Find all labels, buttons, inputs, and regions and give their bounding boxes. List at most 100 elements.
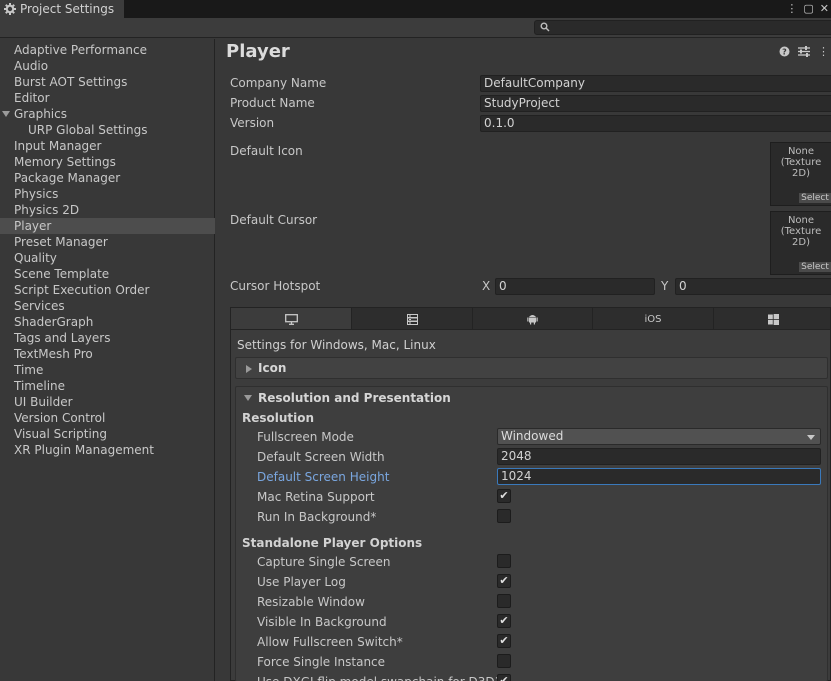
resolution-section-title: Resolution	[242, 411, 315, 425]
more-icon[interactable]: ⋮	[818, 45, 829, 58]
checkmark-icon: ✔	[499, 574, 509, 587]
hotspot-x-label: X	[482, 279, 491, 293]
sidebar-item-xr-plugin-management[interactable]: XR Plugin Management	[0, 442, 215, 458]
sidebar-item-package-manager[interactable]: Package Manager	[0, 170, 215, 186]
version-field[interactable]: 0.1.0	[480, 115, 831, 132]
sidebar-item-burst-aot-settings[interactable]: Burst AOT Settings	[0, 74, 215, 90]
standalone-option-checkbox[interactable]	[497, 554, 511, 568]
sidebar-item-label: Scene Template	[14, 267, 110, 281]
sidebar-item-label: ShaderGraph	[14, 315, 94, 329]
sidebar-item-editor[interactable]: Editor	[0, 90, 215, 106]
standalone-section-title: Standalone Player Options	[242, 536, 423, 550]
sidebar-item-quality[interactable]: Quality	[0, 250, 215, 266]
fullscreen-mode-dropdown[interactable]: Windowed	[497, 428, 821, 445]
run-in-background-checkbox[interactable]	[497, 509, 511, 523]
more-icon[interactable]: ⋮	[786, 2, 797, 16]
sidebar-item-version-control[interactable]: Version Control	[0, 410, 215, 426]
inspector-panel: Player ? ⋮ Company Name DefaultCompany P…	[216, 39, 831, 681]
sidebar-item-ui-builder[interactable]: UI Builder	[0, 394, 215, 410]
hotspot-x-field[interactable]: 0	[495, 278, 655, 295]
company-name-field[interactable]: DefaultCompany	[480, 75, 831, 92]
close-icon[interactable]: ✕	[820, 2, 829, 16]
standalone-option-checkbox[interactable]	[497, 594, 511, 608]
sidebar-item-script-execution-order[interactable]: Script Execution Order	[0, 282, 215, 298]
select-button[interactable]: Select	[799, 262, 831, 272]
chevron-down-icon[interactable]	[244, 395, 252, 401]
preset-icon[interactable]	[798, 46, 810, 57]
sidebar-item-label: Graphics	[14, 107, 67, 121]
sidebar-item-label: Visual Scripting	[14, 427, 107, 441]
standalone-option-label: Use Player Log	[257, 575, 346, 589]
standalone-option-checkbox[interactable]: ✔	[497, 634, 511, 648]
default-icon-slot[interactable]: None (Texture 2D) Select	[770, 142, 831, 206]
sidebar-item-scene-template[interactable]: Scene Template	[0, 266, 215, 282]
screen-height-label: Default Screen Height	[257, 470, 390, 484]
maximize-icon[interactable]: ▢	[803, 2, 813, 16]
sidebar-item-label: Version Control	[14, 411, 106, 425]
fullscreen-mode-label: Fullscreen Mode	[257, 430, 354, 444]
default-cursor-slot[interactable]: None (Texture 2D) Select	[770, 211, 831, 275]
screen-height-field[interactable]: 1024	[497, 468, 821, 485]
sidebar-item-physics-2d[interactable]: Physics 2D	[0, 202, 215, 218]
sidebar-item-label: Burst AOT Settings	[14, 75, 128, 89]
tab-desktop[interactable]	[231, 308, 352, 330]
chevron-down-icon[interactable]	[2, 111, 10, 117]
sidebar-item-audio[interactable]: Audio	[0, 58, 215, 74]
tab-ios[interactable]: iOS	[593, 308, 714, 330]
select-button[interactable]: Select	[799, 193, 831, 203]
sidebar-item-label: Timeline	[14, 379, 66, 393]
standalone-option-label: Visible In Background	[257, 615, 387, 629]
screen-width-field[interactable]: 2048	[497, 448, 821, 465]
default-icon-label: Default Icon	[230, 144, 303, 158]
texture-type-text: (Texture 2D)	[780, 226, 822, 248]
sidebar-item-preset-manager[interactable]: Preset Manager	[0, 234, 215, 250]
sidebar-item-label: Editor	[14, 91, 50, 105]
sidebar-item-urp-global-settings[interactable]: URP Global Settings	[0, 122, 215, 138]
sidebar-item-label: Audio	[14, 59, 49, 73]
hotspot-y-field[interactable]: 0	[675, 278, 831, 295]
sidebar-item-input-manager[interactable]: Input Manager	[0, 138, 215, 154]
sidebar-item-label: Time	[14, 363, 44, 377]
default-cursor-label: Default Cursor	[230, 213, 318, 227]
tab-windows[interactable]	[714, 308, 831, 330]
android-icon	[527, 315, 538, 325]
sidebar-item-services[interactable]: Services	[0, 298, 215, 314]
search-input[interactable]	[534, 20, 831, 35]
standalone-option-checkbox[interactable]: ✔	[497, 574, 511, 588]
sidebar-item-time[interactable]: Time	[0, 362, 215, 378]
checkmark-icon: ✔	[499, 674, 509, 681]
sidebar-item-player[interactable]: Player	[0, 218, 215, 234]
resolution-foldout-label[interactable]: Resolution and Presentation	[258, 391, 451, 405]
sidebar-item-label: Quality	[14, 251, 57, 265]
sidebar-item-tags-and-layers[interactable]: Tags and Layers	[0, 330, 215, 346]
texture-type-text: (Texture 2D)	[780, 157, 822, 179]
sidebar-item-label: Input Manager	[14, 139, 102, 153]
standalone-option-checkbox[interactable]: ✔	[497, 614, 511, 628]
tab-android[interactable]	[473, 308, 593, 330]
sidebar-item-memory-settings[interactable]: Memory Settings	[0, 154, 215, 170]
sidebar-item-label: Physics	[14, 187, 59, 201]
product-name-field[interactable]: StudyProject	[480, 95, 831, 112]
sidebar-item-label: Tags and Layers	[14, 331, 111, 345]
platform-tabs: iOS	[230, 307, 831, 330]
tab-server[interactable]	[352, 308, 473, 330]
sidebar-item-label: Package Manager	[14, 171, 121, 185]
help-icon[interactable]: ?	[779, 46, 790, 57]
sidebar-item-visual-scripting[interactable]: Visual Scripting	[0, 426, 215, 442]
sidebar-item-graphics[interactable]: Graphics	[0, 106, 215, 122]
icon-foldout[interactable]: Icon	[235, 357, 828, 379]
window-tab[interactable]: Project Settings	[0, 0, 124, 18]
settings-for-label: Settings for Windows, Mac, Linux	[237, 338, 436, 352]
sidebar-item-adaptive-performance[interactable]: Adaptive Performance	[0, 42, 215, 58]
sidebar-item-timeline[interactable]: Timeline	[0, 378, 215, 394]
cursor-hotspot-label: Cursor Hotspot	[230, 279, 321, 293]
standalone-option-label: Resizable Window	[257, 595, 365, 609]
sidebar-item-physics[interactable]: Physics	[0, 186, 215, 202]
mac-retina-label: Mac Retina Support	[257, 490, 375, 504]
standalone-option-checkbox[interactable]	[497, 654, 511, 668]
mac-retina-checkbox[interactable]: ✔	[497, 489, 511, 503]
sidebar-item-shadergraph[interactable]: ShaderGraph	[0, 314, 215, 330]
sidebar-item-label: Physics 2D	[14, 203, 80, 217]
standalone-option-checkbox[interactable]: ✔	[497, 674, 511, 681]
sidebar-item-textmesh-pro[interactable]: TextMesh Pro	[0, 346, 215, 362]
